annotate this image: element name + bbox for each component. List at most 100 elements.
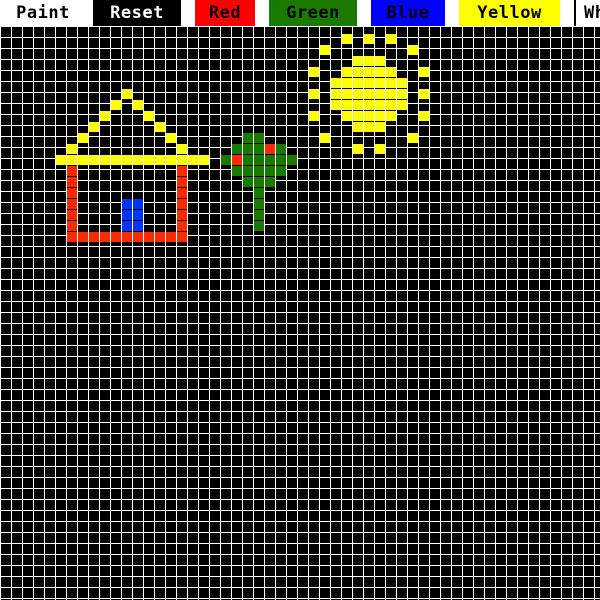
painted-cell-red [67,221,77,231]
painted-cell-yellow [331,89,341,99]
painted-cell-yellow [375,78,385,88]
painted-cell-green [254,155,264,165]
painted-cell-yellow [67,144,77,154]
painted-cell-yellow [309,89,319,99]
painted-cell-yellow [364,56,374,66]
painted-cell-blue [122,210,132,220]
painted-cell-green [276,166,286,176]
paint-canvas[interactable] [0,26,600,600]
painted-cell-yellow [397,89,407,99]
painted-cell-yellow [386,111,396,121]
painted-cell-red [166,232,176,242]
painted-cell-yellow [408,45,418,55]
color-button-blue[interactable]: Blue [371,0,445,26]
painted-cell-yellow [386,100,396,110]
color-button-green[interactable]: Green [269,0,357,26]
color-button-red[interactable]: Red [195,0,255,26]
painted-cell-yellow [386,78,396,88]
painted-cell-yellow [364,67,374,77]
painted-cell-yellow [364,78,374,88]
painted-cell-yellow [353,89,363,99]
reset-button[interactable]: Reset [93,0,181,26]
painted-cell-red [111,232,121,242]
painted-cell-green [254,188,264,198]
painted-cell-green [243,133,253,143]
painted-cell-yellow [419,111,429,121]
painted-cell-green [243,166,253,176]
painted-cell-yellow [364,100,374,110]
painted-cell-yellow [353,78,363,88]
painted-cell-yellow [375,67,385,77]
painted-cell-yellow [320,45,330,55]
painted-cell-yellow [386,34,396,44]
painted-cell-yellow [342,89,352,99]
painted-cell-yellow [364,89,374,99]
painted-cell-green [265,177,275,187]
painted-cell-yellow [353,144,363,154]
painted-cell-green [276,155,286,165]
painted-cell-red [177,221,187,231]
painted-cell-green [243,155,253,165]
painted-cell-yellow [375,89,385,99]
painted-cell-red [232,155,242,165]
painted-cell-yellow [177,144,187,154]
painted-cell-red [177,166,187,176]
painted-cell-red [155,232,165,242]
painted-cell-blue [133,221,143,231]
painted-cell-green [265,155,275,165]
painted-cell-red [100,232,110,242]
painted-cell-yellow [320,133,330,143]
painted-cell-yellow [199,155,209,165]
painted-cell-yellow [353,100,363,110]
painted-cell-green [254,177,264,187]
painted-cell-green [254,221,264,231]
painted-cell-red [67,188,77,198]
painted-cell-yellow [375,111,385,121]
painted-cell-yellow [375,144,385,154]
painted-cell-red [265,144,275,154]
painted-cell-yellow [331,100,341,110]
painted-cell-green [265,166,275,176]
painted-cell-green [232,166,242,176]
painted-cell-yellow [375,122,385,132]
painted-cell-yellow [144,111,154,121]
painted-cell-yellow [353,111,363,121]
painted-cell-yellow [78,155,88,165]
toolbar: Paint Reset Red Green Blue Yellow White [0,0,600,26]
painted-cell-blue [122,199,132,209]
painted-cell-yellow [67,155,77,165]
painted-cell-yellow [342,67,352,77]
painted-cell-yellow [78,133,88,143]
painted-cell-yellow [364,34,374,44]
painted-cell-red [89,232,99,242]
painted-cell-yellow [386,67,396,77]
painted-cell-red [67,166,77,176]
painted-cell-green [276,144,286,154]
painted-cell-yellow [89,155,99,165]
color-button-white[interactable]: White [574,0,600,26]
painted-cell-red [67,210,77,220]
painted-cell-yellow [375,56,385,66]
painted-cell-yellow [331,78,341,88]
painted-cell-green [254,133,264,143]
painted-cell-green [287,155,297,165]
painted-cell-yellow [133,100,143,110]
painted-cell-yellow [111,100,121,110]
painted-cell-yellow [353,56,363,66]
painted-cell-yellow [133,155,143,165]
painted-cell-yellow [89,122,99,132]
painted-cell-yellow [166,155,176,165]
painted-cell-red [177,188,187,198]
painted-cell-blue [122,221,132,231]
color-button-yellow[interactable]: Yellow [459,0,560,26]
painted-cell-red [67,177,77,187]
painted-cell-yellow [100,155,110,165]
painted-cell-yellow [166,133,176,143]
painted-cell-red [67,232,77,242]
painted-cell-red [122,232,132,242]
painted-cell-yellow [419,67,429,77]
painted-cell-yellow [342,111,352,121]
painted-cell-yellow [177,155,187,165]
painted-cell-yellow [342,34,352,44]
painted-cell-yellow [375,100,385,110]
